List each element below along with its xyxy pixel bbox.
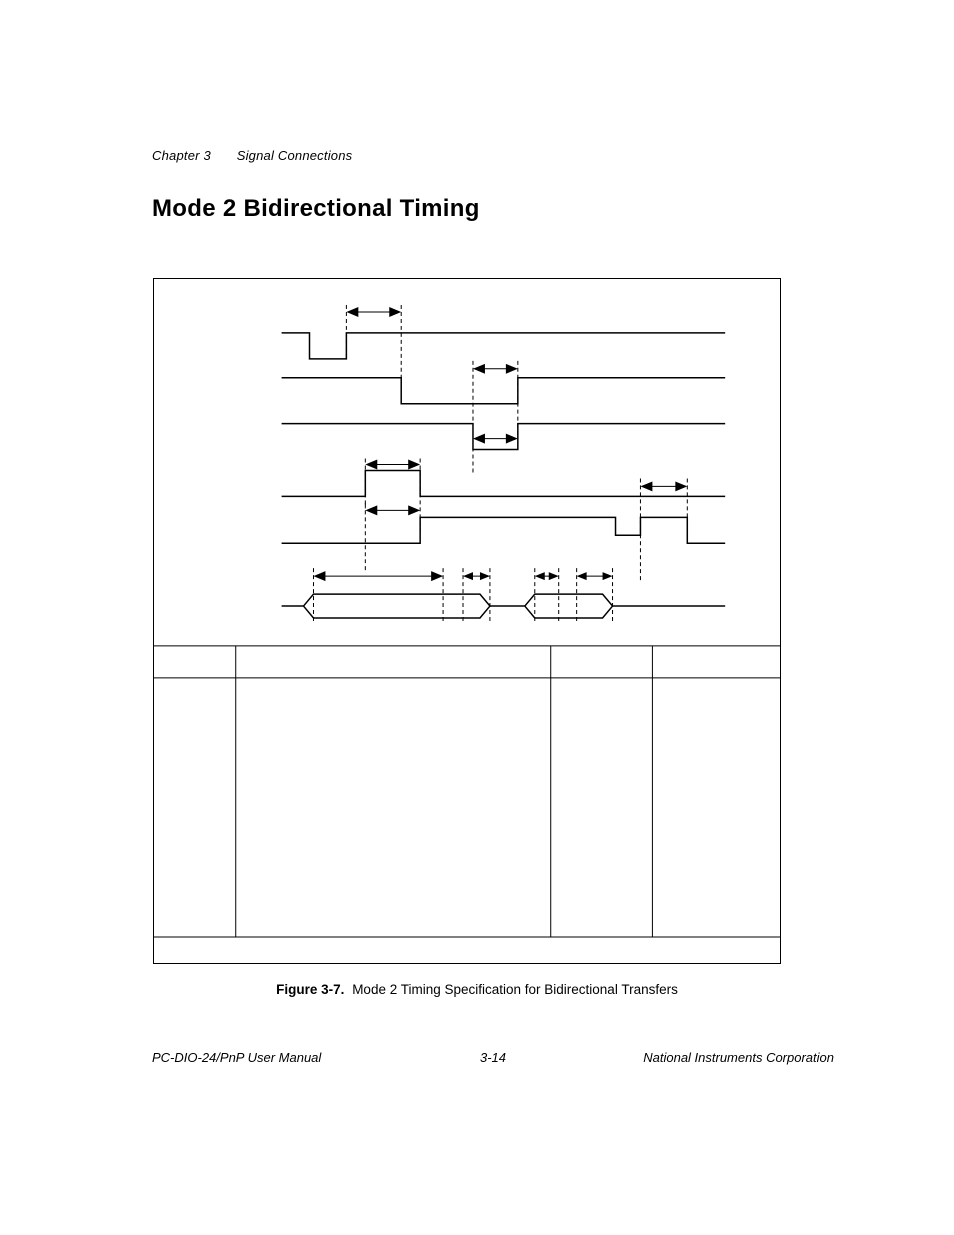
signal-data-bus bbox=[282, 594, 726, 618]
timing-figure bbox=[153, 278, 781, 964]
signal-3 bbox=[282, 424, 726, 450]
signal-1 bbox=[282, 333, 726, 359]
running-header: Chapter 3 Signal Connections bbox=[152, 148, 352, 163]
figure-caption-text: Mode 2 Timing Specification for Bidirect… bbox=[352, 982, 678, 997]
section-group-name: Signal Connections bbox=[237, 148, 353, 163]
footer-company: National Instruments Corporation bbox=[643, 1050, 834, 1065]
signal-4 bbox=[282, 470, 726, 496]
signal-5 bbox=[282, 517, 726, 543]
page-title: Mode 2 Bidirectional Timing bbox=[152, 195, 480, 223]
figure-number: Figure 3-7. bbox=[276, 982, 344, 997]
figure-caption: Figure 3-7. Mode 2 Timing Specification … bbox=[0, 982, 954, 997]
signal-2 bbox=[282, 378, 726, 404]
page: Chapter 3 Signal Connections Mode 2 Bidi… bbox=[0, 0, 954, 1235]
chapter-number: Chapter 3 bbox=[152, 148, 211, 163]
timing-diagram bbox=[154, 279, 780, 963]
